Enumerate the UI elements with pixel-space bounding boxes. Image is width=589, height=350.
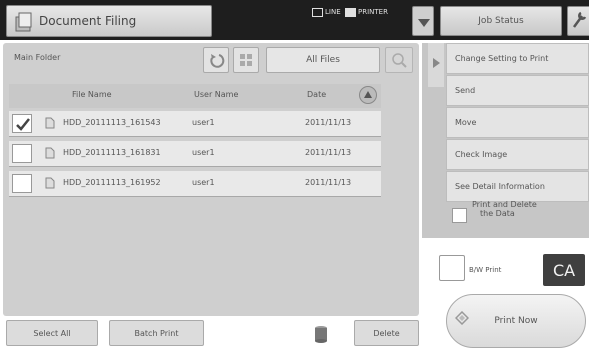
dropdown-toggle-button[interactable] (412, 6, 434, 36)
row-checkbox[interactable] (12, 144, 32, 163)
file-filter-select[interactable]: All Files (266, 47, 380, 73)
check-image-button[interactable]: Check Image (446, 139, 589, 170)
job-status-button[interactable]: Job Status (440, 6, 562, 36)
file-date: 2011/11/13 (305, 178, 352, 187)
printer-indicator-light (345, 7, 356, 17)
sort-button[interactable] (359, 86, 377, 104)
file-date: 2011/11/13 (305, 118, 352, 127)
checkmark-icon (16, 118, 30, 131)
print-and-delete-label: Print and Delete the Data (472, 200, 537, 218)
print-and-delete-checkbox[interactable] (452, 208, 467, 223)
file-name: HDD_20111113_161952 (63, 178, 161, 187)
start-diamond-icon (455, 311, 469, 325)
table-row[interactable]: HDD_20111113_161952 user1 2011/11/13 (9, 171, 381, 197)
clear-all-button[interactable]: CA (543, 254, 585, 286)
print-and-delete-label-line1: Print and Delete (472, 200, 537, 209)
document-filing-icon (15, 12, 32, 32)
table-row[interactable]: HDD_20111113_161831 user1 2011/11/13 (9, 141, 381, 167)
print-and-delete-label-line2: the Data (480, 209, 515, 218)
delete-button[interactable]: Delete (354, 320, 419, 346)
page-title: Document Filing (39, 14, 137, 28)
thumbnail-view-button[interactable] (233, 47, 259, 73)
back-button[interactable] (203, 47, 229, 73)
file-name: HDD_20111113_161543 (63, 118, 161, 127)
user-name: user1 (192, 148, 215, 157)
line-indicator-label: LINE (325, 8, 341, 16)
see-detail-information-button[interactable]: See Detail Information (446, 171, 589, 202)
line-indicator: LINE (312, 6, 341, 18)
move-button[interactable]: Move (446, 107, 589, 138)
grid-icon (240, 54, 252, 66)
row-checkbox[interactable] (12, 114, 32, 133)
user-name: user1 (192, 118, 215, 127)
return-arrow-icon (210, 54, 225, 68)
change-setting-to-print-button[interactable]: Change Setting to Print (446, 43, 589, 74)
line-indicator-light (312, 7, 323, 17)
settings-button[interactable] (567, 6, 589, 36)
printer-indicator-label: PRINTER (358, 8, 388, 16)
print-now-label: Print Now (494, 316, 538, 326)
collapse-panel-button[interactable] (428, 43, 444, 87)
file-date: 2011/11/13 (305, 148, 352, 157)
file-name: HDD_20111113_161831 (63, 148, 161, 157)
title-panel: Document Filing (6, 5, 212, 37)
wrench-icon (572, 11, 587, 28)
folder-label: Main Folder (14, 53, 61, 62)
row-checkbox[interactable] (12, 174, 32, 193)
file-icon (45, 117, 55, 129)
column-header-user-name: User Name (194, 90, 239, 99)
bw-print-label: B/W Print (469, 266, 502, 274)
send-button[interactable]: Send (446, 75, 589, 106)
printer-indicator: PRINTER (345, 6, 388, 18)
table-row[interactable]: HDD_20111113_161543 user1 2011/11/13 (9, 111, 381, 137)
search-button[interactable] (385, 47, 413, 73)
file-icon (45, 147, 55, 159)
hard-drive-icon (315, 326, 327, 343)
column-header-date: Date (307, 90, 327, 99)
file-icon (45, 177, 55, 189)
batch-print-button[interactable]: Batch Print (109, 320, 204, 346)
user-name: user1 (192, 178, 215, 187)
column-header-file-name: File Name (72, 90, 112, 99)
bw-print-checkbox[interactable] (439, 255, 465, 281)
search-icon (392, 53, 407, 68)
select-all-button[interactable]: Select All (6, 320, 98, 346)
